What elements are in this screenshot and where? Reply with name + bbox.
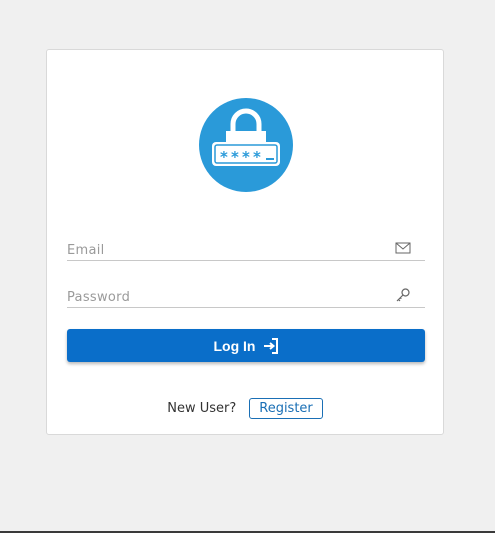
login-button-label: Log In [213, 337, 256, 354]
login-card: * * * * Log In [46, 49, 444, 435]
svg-text:*: * [220, 148, 228, 166]
email-input[interactable] [67, 240, 387, 260]
login-button[interactable]: Log In [67, 329, 425, 362]
lock-password-icon: * * * * [199, 98, 293, 192]
svg-text:*: * [231, 148, 239, 166]
password-input[interactable] [67, 287, 387, 307]
register-button[interactable]: Register [249, 397, 323, 419]
register-row: New User? Register [47, 397, 443, 419]
svg-text:*: * [253, 148, 261, 166]
envelope-icon [395, 240, 411, 256]
key-icon [395, 287, 411, 303]
password-field [67, 283, 425, 308]
svg-text:*: * [242, 148, 250, 166]
email-field [67, 236, 425, 261]
new-user-text: New User? [167, 400, 237, 416]
sign-in-icon [263, 337, 279, 354]
